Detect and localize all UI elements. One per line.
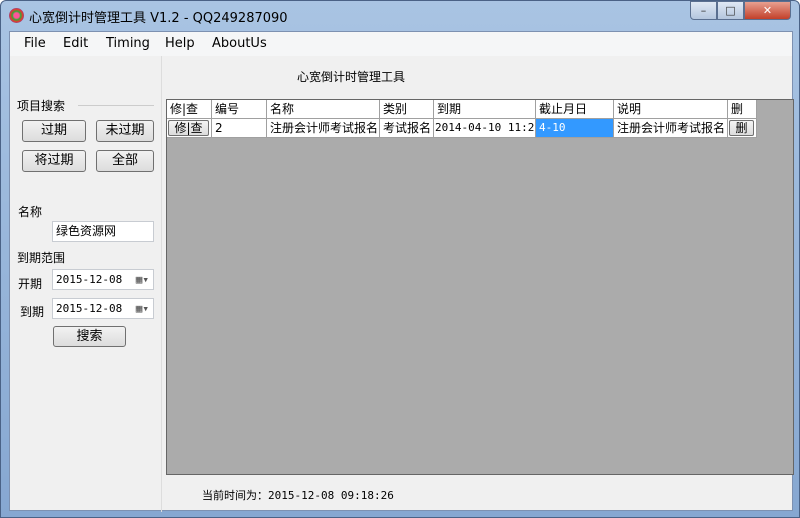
end-label: 到期 [20,305,45,319]
category-cell[interactable]: 考试报名 [380,119,434,138]
calendar-dropdown-icon[interactable]: ▦▾ [136,270,149,289]
delete-cell: 删 [728,119,757,138]
current-time-status: 当前时间为：2015-12-08 09:18:26 [202,489,394,502]
close-button[interactable]: ✕ [744,1,791,20]
data-grid: 修|查 编号 名称 类别 到期 截止月日 说明 删 修|查 2 注册会计师考试报… [166,99,794,475]
name-input[interactable]: 绿色资源网 [52,221,154,242]
page-title: 心宽倒计时管理工具 [297,70,406,84]
search-button[interactable]: 搜索 [53,326,126,347]
description-cell[interactable]: 注册会计师考试报名 [614,119,728,138]
column-header[interactable]: 截止月日 [536,100,614,119]
expired-button[interactable]: 过期 [22,120,86,142]
start-date-picker[interactable]: 2015-12-08 ▦▾ [52,269,154,290]
calendar-dropdown-icon[interactable]: ▦▾ [136,299,149,318]
menu-aboutus[interactable]: AboutUs [212,36,267,51]
group-divider [78,105,154,106]
not-expired-button[interactable]: 未过期 [96,120,154,142]
all-button[interactable]: 全部 [96,150,154,172]
edit-view-cell: 修|查 [167,119,212,138]
menu-file[interactable]: File [24,36,46,51]
end-date-value: 2015-12-08 [56,302,123,315]
column-header[interactable]: 名称 [267,100,380,119]
minimize-button[interactable]: – [690,1,717,20]
menu-edit[interactable]: Edit [63,36,88,51]
maximize-button[interactable]: □ [717,1,744,20]
name-label: 名称 [18,205,43,219]
column-header[interactable]: 说明 [614,100,728,119]
column-header[interactable]: 删 [728,100,757,119]
id-cell[interactable]: 2 [212,119,267,138]
range-label: 到期范围 [17,251,66,265]
end-date-picker[interactable]: 2015-12-08 ▦▾ [52,298,154,319]
start-label: 开期 [18,277,43,291]
deadline-cell[interactable]: 4-10 [536,119,614,138]
app-icon [9,8,24,23]
search-group-title: 项目搜索 [17,99,66,113]
panel-divider [161,56,162,512]
edit-view-button[interactable]: 修|查 [168,120,209,136]
window-title: 心宽倒计时管理工具 V1.2 - QQ249287090 [29,11,288,26]
column-header[interactable]: 到期 [434,100,536,119]
column-header[interactable]: 修|查 [167,100,212,119]
menu-bar: File Edit Timing Help AboutUs [10,32,792,56]
name-cell[interactable]: 注册会计师考试报名 [267,119,380,138]
menu-help[interactable]: Help [165,36,195,51]
menu-timing[interactable]: Timing [106,36,150,51]
client-area: File Edit Timing Help AboutUs 心宽倒计时管理工具 … [9,31,794,512]
column-header[interactable]: 类别 [380,100,434,119]
expiring-button[interactable]: 将过期 [22,150,86,172]
app-window: 心宽倒计时管理工具 V1.2 - QQ249287090 – □ ✕ File … [0,0,800,518]
delete-button[interactable]: 删 [729,120,754,136]
column-header[interactable]: 编号 [212,100,267,119]
due-cell[interactable]: 2014-04-10 11:26 [434,119,536,138]
start-date-value: 2015-12-08 [56,273,123,286]
